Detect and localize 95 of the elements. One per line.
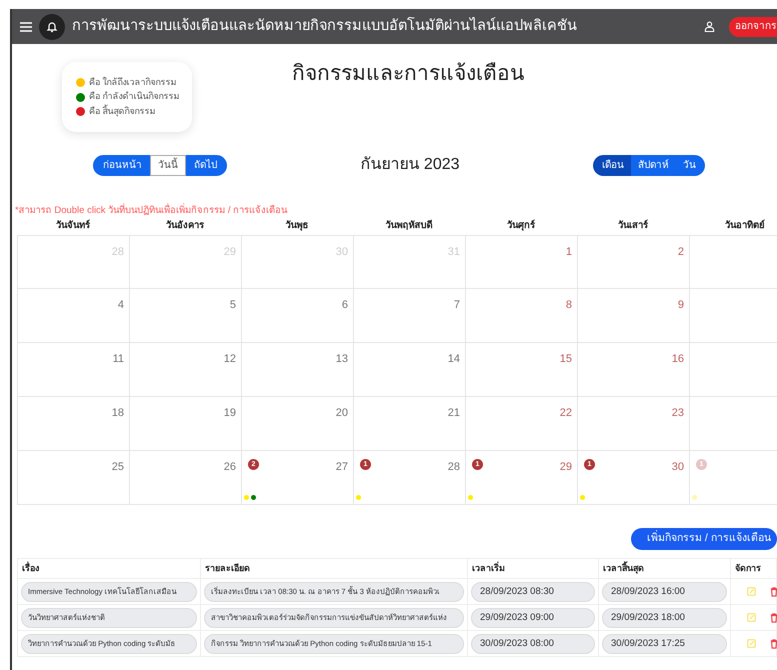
weekday-header: วันศุกร์ [506,219,536,234]
day-cell[interactable]: 22 [465,397,577,452]
day-number: 19 [224,406,236,422]
day-number: 5 [230,298,236,314]
day-number: 6 [342,298,348,314]
weekday-header: วันจันทร์ [55,219,91,234]
column-header: รายละเอียด [205,562,250,575]
day-number: 2 [678,245,684,260]
weekday-header: วันอาทิตย์ [724,219,766,234]
nav-button[interactable]: ก่อนหน้า [93,154,150,176]
day-cell[interactable]: 21 [353,397,465,452]
hint-text: *สามารถ Double click วันที่บนปฏิทินเพื่อเพิ่มกิจกรรม / การแจ้งเตือน [15,204,288,218]
column-header: เรื่อง [22,562,39,575]
day-cell[interactable]: 1 [465,235,577,290]
day-number: 4 [118,298,124,314]
nav-button[interactable]: ถัดไป [186,154,227,176]
bell-button[interactable] [39,14,65,40]
day-cell[interactable]: 8 [465,289,577,344]
weekday-header: วันพฤหัสบดี [384,219,434,234]
day-number: 18 [112,406,124,422]
menu-icon[interactable] [20,22,32,32]
day-number: 23 [672,406,684,422]
date-field[interactable]: 29/09/2023 18:00 [602,608,727,628]
date-field[interactable]: 30/09/2023 08:00 [471,634,595,654]
day-number: 16 [672,352,684,368]
view-tab[interactable]: เดือน [593,154,631,176]
day-number: 14 [448,352,460,368]
date-field[interactable]: 30/09/2023 17:25 [602,634,727,654]
trash-icon[interactable] [770,638,777,650]
day-number: 21 [448,406,460,422]
day-number: 27 [336,460,348,476]
day-number: 26 [224,460,236,476]
weekday-header: วันอังคาร [165,219,205,234]
day-number: 9 [678,298,684,314]
day-cell[interactable]: 15 [465,343,577,398]
day-number: 1 [566,245,572,260]
day-cell[interactable]: 18 [17,397,129,452]
column-header: เวลาเริ่ม [472,562,505,575]
day-cell[interactable]: 12 [129,343,241,398]
day-cell[interactable]: 23 [577,397,689,452]
day-cell[interactable] [689,289,777,344]
day-cell[interactable]: 9 [577,289,689,344]
edit-icon[interactable] [747,638,756,650]
bell-icon [46,20,58,32]
nav-button[interactable]: วันนี้ [150,154,186,176]
day-number: 30 [672,460,684,476]
trash-icon[interactable] [770,612,777,624]
edit-icon[interactable] [747,612,756,624]
view-tab[interactable]: วัน [676,154,705,176]
legend-label: คือ ใกล้ถึงเวลากิจกรรม [89,76,177,89]
day-cell[interactable]: 5 [129,289,241,344]
day-number: 15 [560,352,572,368]
day-cell[interactable]: 16 [577,343,689,398]
day-number: 20 [336,406,348,422]
column-header: เวลาสิ้นสุด [603,562,644,576]
column-header: จัดการ [735,562,761,575]
day-number: 29 [560,460,572,476]
day-cell[interactable]: 26 [129,451,241,506]
day-cell[interactable]: 14 [353,343,465,398]
add-activity-button[interactable]: เพิ่มกิจกรรม / การแจ้งเตือน [631,528,777,550]
date-field[interactable]: 29/09/2023 09:00 [471,608,595,628]
day-number: 11 [112,352,124,368]
day-number: 12 [224,352,236,368]
day-number: 28 [448,460,460,476]
day-cell[interactable]: 25 [17,451,129,506]
day-cell[interactable]: 2 [577,235,689,290]
day-cell[interactable]: 6 [241,289,353,344]
day-number: 25 [112,460,124,476]
day-cell[interactable]: 19 [129,397,241,452]
view-tab[interactable]: สัปดาห์ [631,154,676,176]
day-number: 13 [336,352,348,368]
legend-label: คือ สิ้นสุดกิจกรรม [89,104,156,118]
legend-label: คือ กำลังดำเนินกิจกรรม [89,90,180,104]
date-field[interactable]: 28/09/2023 16:00 [602,582,727,602]
day-cell[interactable] [689,235,777,290]
date-field[interactable]: 28/09/2023 08:30 [471,582,595,602]
day-cell[interactable]: 20 [241,397,353,452]
page-title: กิจกรรมและการแจ้งเตือน [292,61,524,87]
day-cell[interactable]: 11 [17,343,129,398]
day-cell[interactable]: 4 [17,289,129,344]
app-title: การพัฒนาระบบแจ้งเตือนและนัดหมายกิจกรรมแบบอัตโนมัติผ่านไลน์แอปพลิเคชัน [72,16,577,36]
day-cell[interactable]: 7 [353,289,465,344]
user-icon[interactable] [704,21,715,32]
weekday-header: วันพุธ [284,219,310,234]
day-cell[interactable]: 13 [241,343,353,398]
day-number: 8 [566,298,572,314]
logout-button[interactable]: ออกจากร [729,16,777,36]
trash-icon[interactable] [770,586,777,598]
day-cell[interactable] [689,343,777,398]
day-cell[interactable] [689,397,777,452]
edit-icon[interactable] [747,586,756,598]
day-number: 22 [560,406,572,422]
day-number: 7 [454,298,460,314]
month-label: กันยายน 2023 [360,155,460,175]
weekday-header: วันเสาร์ [617,219,649,234]
